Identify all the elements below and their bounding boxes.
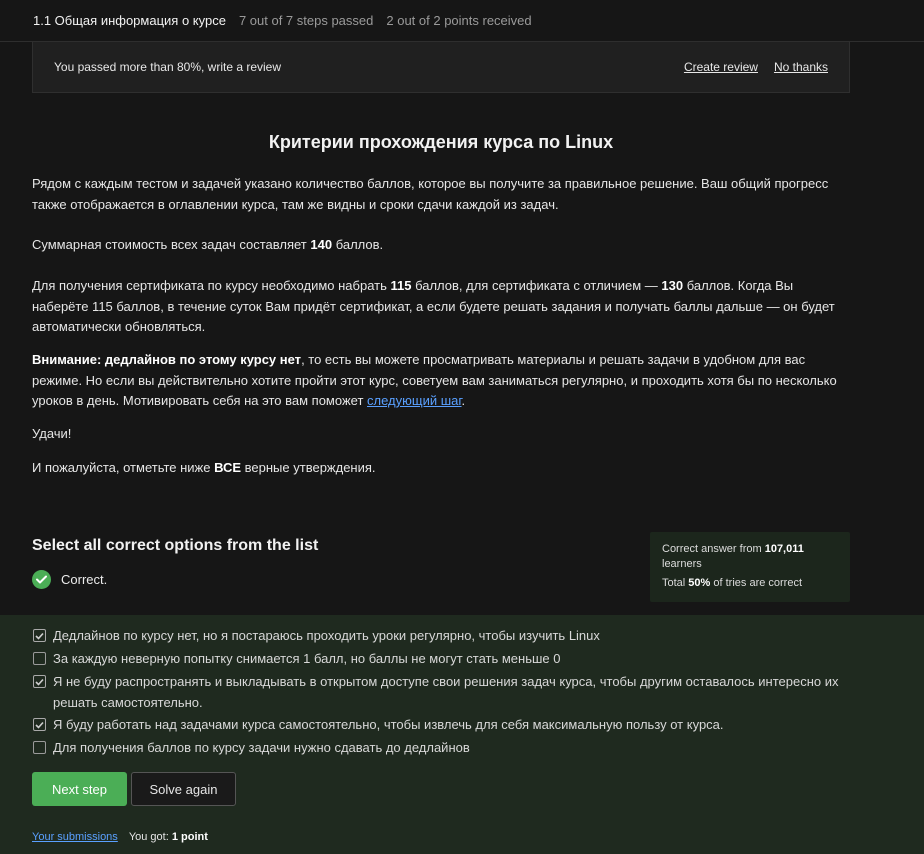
stats-learners-pre: Correct answer from bbox=[662, 543, 765, 555]
checkbox[interactable] bbox=[33, 718, 46, 731]
status-label: Correct. bbox=[61, 572, 108, 587]
total-text-post: баллов. bbox=[332, 237, 384, 252]
review-banner: You passed more than 80%, write a review… bbox=[32, 42, 850, 93]
solve-again-button[interactable]: Solve again bbox=[131, 772, 236, 806]
score-label: You got: bbox=[128, 831, 172, 843]
cert-distinction-points: 130 bbox=[661, 278, 684, 293]
checkbox[interactable] bbox=[33, 652, 46, 665]
option-label: Дедлайнов по курсу нет, но я постараюсь … bbox=[53, 628, 600, 643]
quiz-stats: Correct answer from 107,011 learners Tot… bbox=[650, 532, 850, 602]
your-submissions-link[interactable]: Your submissions bbox=[32, 831, 118, 843]
cert-text-c: баллов, для сертификата с отличием — bbox=[411, 278, 662, 293]
instruction-post: верные утверждения. bbox=[241, 460, 376, 475]
paragraph-instruction: И пожалуйста, отметьте ниже ВСЕ верные у… bbox=[32, 458, 852, 479]
no-thanks-link[interactable]: No thanks bbox=[774, 60, 828, 74]
checkbox[interactable] bbox=[33, 741, 46, 754]
points-progress: 2 out of 2 points received bbox=[386, 13, 532, 28]
stats-tries: Total 50% of tries are correct bbox=[662, 576, 838, 591]
create-review-link[interactable]: Create review bbox=[684, 60, 758, 74]
total-points: 140 bbox=[310, 237, 333, 252]
checkmark-icon bbox=[35, 678, 44, 686]
cert-points: 115 bbox=[390, 278, 412, 293]
option-item[interactable]: Я не буду распространять и выкладывать в… bbox=[33, 672, 853, 713]
paragraph-certificate: Для получения сертификата по курсу необх… bbox=[32, 276, 852, 338]
checkmark-icon bbox=[35, 632, 44, 640]
paragraph-total: Суммарная стоимость всех задач составляе… bbox=[32, 235, 852, 256]
quiz-title: Select all correct options from the list bbox=[32, 537, 319, 554]
checkbox[interactable] bbox=[33, 629, 46, 642]
attention-label: Внимание: bbox=[32, 352, 105, 367]
option-item[interactable]: Я буду работать над задачами курса самос… bbox=[33, 715, 853, 736]
quiz-status: Correct. bbox=[32, 570, 107, 589]
deadlines-period: . bbox=[461, 393, 466, 408]
checkbox[interactable] bbox=[33, 675, 46, 688]
instruction-all: ВСЕ bbox=[214, 460, 242, 475]
paragraph-deadlines: Внимание: дедлайнов по этому курсу нет, … bbox=[32, 350, 852, 412]
total-text-pre: Суммарная стоимость всех задач составляе… bbox=[32, 237, 311, 252]
review-banner-text: You passed more than 80%, write a review bbox=[54, 60, 282, 74]
next-step-link[interactable]: следующий шаг bbox=[367, 393, 462, 408]
option-label: Для получения баллов по курсу задачи нуж… bbox=[53, 740, 470, 755]
stats-learners-post: learners bbox=[662, 558, 702, 570]
lesson-header: 1.1 Общая информация о курсе 7 out of 7 … bbox=[0, 0, 924, 42]
check-circle-icon bbox=[32, 570, 51, 589]
option-label: За каждую неверную попытку снимается 1 б… bbox=[53, 651, 561, 666]
option-item[interactable]: Для получения баллов по курсу задачи нуж… bbox=[33, 738, 853, 759]
checkmark-icon bbox=[35, 721, 44, 729]
no-deadlines-text: дедлайнов по этому курсу нет bbox=[104, 352, 302, 367]
stats-learners: Correct answer from 107,011 learners bbox=[662, 542, 838, 572]
option-label: Я не буду распространять и выкладывать в… bbox=[53, 674, 839, 710]
option-item[interactable]: Дедлайнов по курсу нет, но я постараюсь … bbox=[33, 626, 853, 647]
paragraph-progress: Рядом с каждым тестом и задачей указано … bbox=[32, 176, 829, 212]
page-title: Критерии прохождения курса по Linux bbox=[268, 132, 614, 152]
lesson-title[interactable]: 1.1 Общая информация о курсе bbox=[33, 13, 226, 28]
option-item[interactable]: За каждую неверную попытку снимается 1 б… bbox=[33, 649, 853, 670]
stats-tries-post: of tries are correct bbox=[710, 577, 803, 589]
stats-learners-count: 107,011 bbox=[764, 543, 804, 555]
option-label: Я буду работать над задачами курса самос… bbox=[53, 717, 724, 732]
stats-tries-pre: Total bbox=[662, 577, 689, 589]
steps-progress: 7 out of 7 steps passed bbox=[238, 13, 374, 28]
instruction-pre: И пожалуйста, отметьте ниже bbox=[32, 460, 215, 475]
score-summary: You got: 1 point bbox=[129, 831, 208, 843]
submission-footer: Your submissions You got: 1 point bbox=[32, 831, 208, 843]
next-step-button[interactable]: Next step bbox=[32, 772, 127, 806]
cert-text-a: Для получения сертификата по курсу необх… bbox=[32, 278, 391, 293]
paragraph-good-luck: Удачи! bbox=[32, 426, 72, 441]
stats-tries-percent: 50% bbox=[688, 577, 711, 589]
score-value: 1 point bbox=[171, 831, 208, 843]
